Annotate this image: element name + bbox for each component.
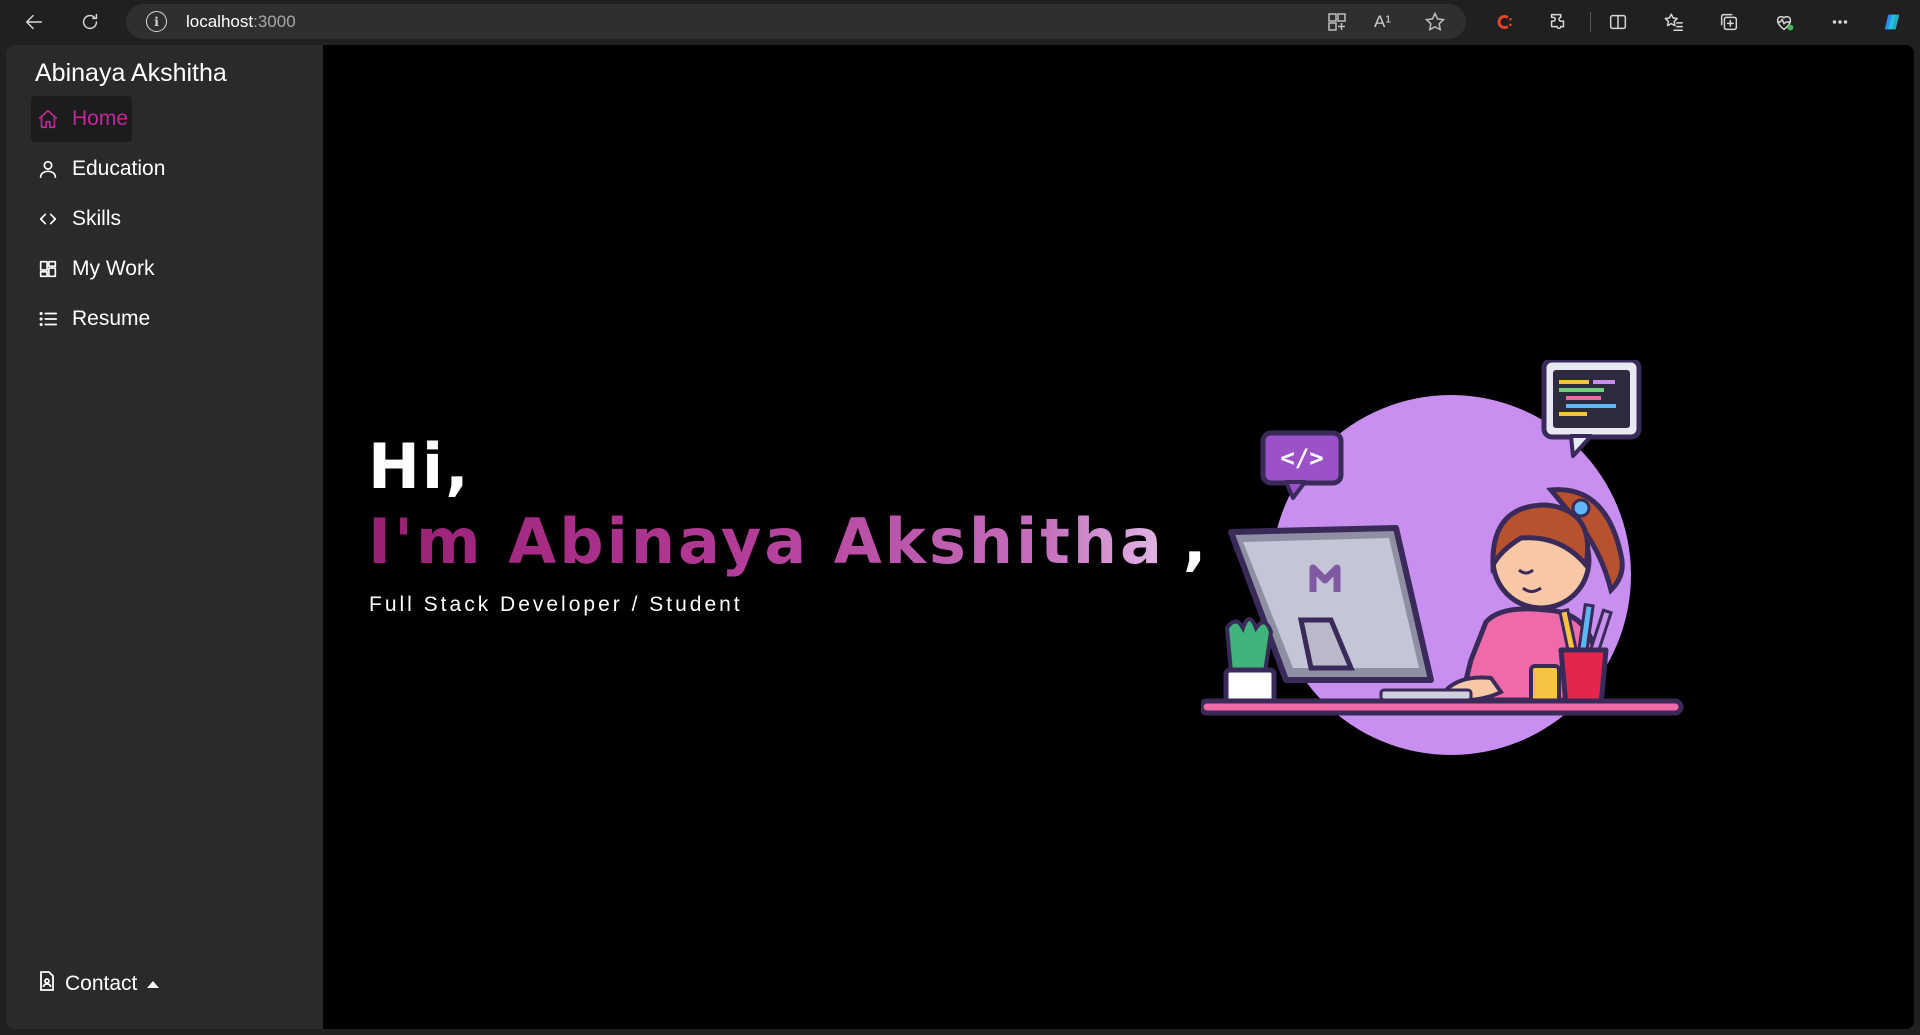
- sidebar-item-skills[interactable]: Skills: [31, 196, 301, 242]
- info-icon[interactable]: i: [146, 11, 167, 32]
- brand-title: Abinaya Akshitha: [35, 59, 227, 87]
- svg-text:</>: </>: [1280, 444, 1323, 472]
- more-icon[interactable]: [1824, 6, 1856, 38]
- desk: [1201, 698, 1684, 716]
- mug-icon: [1529, 664, 1561, 706]
- extensions-icon[interactable]: [1542, 6, 1574, 38]
- app-grid-icon[interactable]: [1326, 11, 1348, 33]
- url-text[interactable]: localhost:3000: [186, 12, 296, 32]
- address-bar[interactable]: i localhost:3000 A¹: [126, 4, 1466, 39]
- sidebar-item-education[interactable]: Education: [31, 146, 301, 192]
- sidebar-item-resume[interactable]: Resume: [31, 296, 301, 342]
- copilot-icon[interactable]: [1876, 6, 1908, 38]
- sidebar-item-home[interactable]: Home: [31, 96, 132, 142]
- hero-name: I'm Abinaya Akshitha,: [368, 505, 1209, 578]
- plant-icon: [1223, 617, 1277, 709]
- contact-doc-icon: [37, 970, 57, 998]
- favorites-icon[interactable]: [1658, 6, 1690, 38]
- contact-label: Contact: [65, 972, 138, 995]
- collections-icon[interactable]: [1713, 6, 1745, 38]
- contact-button[interactable]: Contact: [37, 970, 160, 998]
- read-aloud-icon[interactable]: A¹: [1374, 12, 1391, 32]
- sidebar-item-label: Education: [72, 157, 166, 180]
- home-icon: [36, 107, 60, 131]
- dashboard-icon: [36, 257, 60, 281]
- refresh-icon[interactable]: [74, 6, 106, 38]
- sidebar-item-my-work[interactable]: My Work: [31, 246, 301, 292]
- hero-greeting: Hi,: [368, 430, 471, 503]
- app-window: Abinaya Akshitha Home Education Skills M…: [6, 45, 1914, 1029]
- sidebar-item-label: Resume: [72, 307, 151, 330]
- sidebar: Abinaya Akshitha Home Education Skills M…: [6, 45, 323, 1029]
- split-screen-icon[interactable]: [1602, 6, 1634, 38]
- browser-essentials-icon[interactable]: [1768, 6, 1800, 38]
- sidebar-item-label: Skills: [72, 207, 122, 230]
- browser-toolbar: i localhost:3000 A¹: [0, 0, 1920, 43]
- person-icon: [36, 157, 60, 181]
- sidebar-item-label: My Work: [72, 257, 155, 280]
- favorite-star-icon[interactable]: [1424, 11, 1446, 33]
- hero-subtitle: Full Stack Developer / Student: [369, 593, 743, 616]
- caret-up-icon: [147, 980, 160, 988]
- code-icon: [36, 207, 60, 231]
- developer-illustration: </>: [1201, 360, 1684, 755]
- toolbar-divider: [1590, 12, 1591, 32]
- pencil-cup-icon: [1558, 603, 1613, 708]
- sidebar-item-label: Home: [72, 107, 129, 130]
- extension-c-icon[interactable]: [1488, 6, 1520, 38]
- list-icon: [36, 307, 60, 331]
- back-icon[interactable]: [18, 6, 50, 38]
- hero-name-text: I'm Abinaya Akshitha: [368, 505, 1165, 578]
